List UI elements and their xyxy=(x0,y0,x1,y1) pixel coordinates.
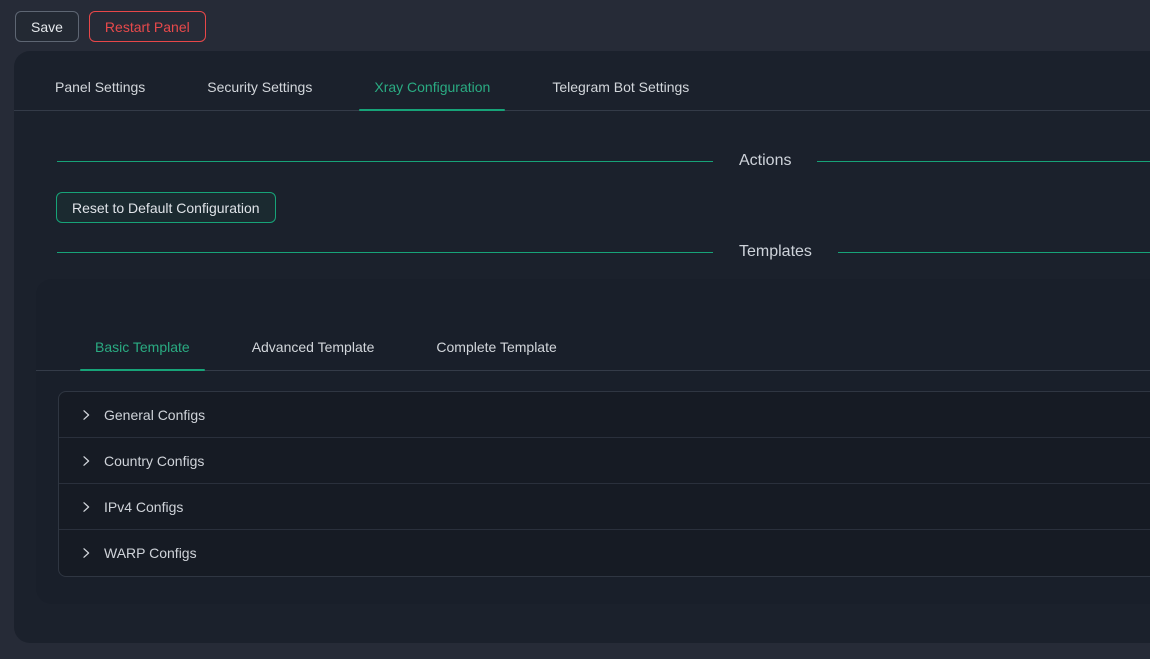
reset-default-configuration-button[interactable]: Reset to Default Configuration xyxy=(56,192,276,223)
actions-section-title: Actions xyxy=(739,152,791,170)
templates-section-divider: Templates xyxy=(14,243,1150,261)
tab-security-settings[interactable]: Security Settings xyxy=(192,67,327,110)
collapse-ipv4-configs[interactable]: IPv4 Configs xyxy=(59,484,1150,530)
collapse-country-configs[interactable]: Country Configs xyxy=(59,438,1150,484)
tab-telegram-bot-settings[interactable]: Telegram Bot Settings xyxy=(537,67,704,110)
config-collapse-list: General Configs Country Configs IPv4 Con… xyxy=(58,391,1150,577)
tab-complete-template[interactable]: Complete Template xyxy=(421,327,571,370)
divider-line xyxy=(57,252,713,253)
templates-card: Basic Template Advanced Template Complet… xyxy=(36,279,1150,604)
divider-line xyxy=(817,161,1150,162)
settings-card: Panel Settings Security Settings Xray Co… xyxy=(14,51,1150,643)
collapse-label: IPv4 Configs xyxy=(104,499,183,515)
restart-panel-button[interactable]: Restart Panel xyxy=(89,11,206,42)
tab-advanced-template[interactable]: Advanced Template xyxy=(237,327,390,370)
actions-section-divider: Actions xyxy=(14,152,1150,170)
templates-section-title: Templates xyxy=(739,243,812,261)
tab-panel-settings[interactable]: Panel Settings xyxy=(40,67,160,110)
collapse-label: WARP Configs xyxy=(104,545,197,561)
top-action-bar: Save Restart Panel xyxy=(0,0,1150,51)
divider-line xyxy=(57,161,713,162)
chevron-right-icon xyxy=(80,455,92,467)
divider-line xyxy=(838,252,1150,253)
collapse-general-configs[interactable]: General Configs xyxy=(59,392,1150,438)
template-tab-bar: Basic Template Advanced Template Complet… xyxy=(36,279,1150,371)
collapse-label: Country Configs xyxy=(104,453,204,469)
collapse-label: General Configs xyxy=(104,407,205,423)
collapse-warp-configs[interactable]: WARP Configs xyxy=(59,530,1150,576)
settings-tab-bar: Panel Settings Security Settings Xray Co… xyxy=(14,51,1150,111)
save-button[interactable]: Save xyxy=(15,11,79,42)
tab-xray-configuration[interactable]: Xray Configuration xyxy=(359,67,505,110)
chevron-right-icon xyxy=(80,547,92,559)
chevron-right-icon xyxy=(80,409,92,421)
tab-basic-template[interactable]: Basic Template xyxy=(80,327,205,370)
chevron-right-icon xyxy=(80,501,92,513)
